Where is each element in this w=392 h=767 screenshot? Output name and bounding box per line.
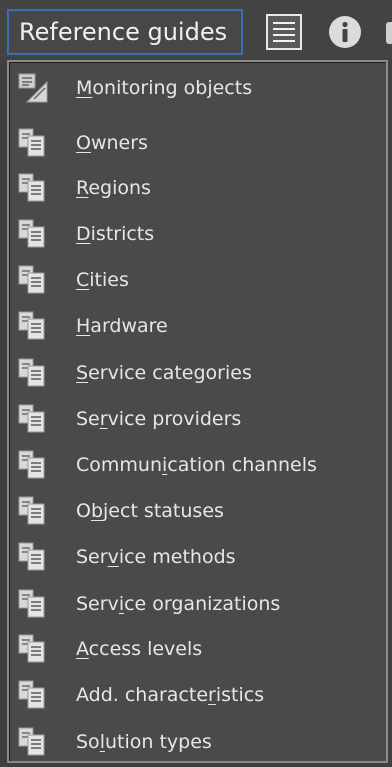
documents-icon (18, 173, 45, 202)
dropdown-item-label: Service providers (76, 408, 242, 430)
documents-icon (18, 265, 45, 294)
documents-icon (18, 542, 45, 571)
documents-icon (18, 128, 45, 157)
dropdown-item-cities[interactable]: Cities (9, 258, 386, 302)
dropdown-item-add-characteristics[interactable]: Add. characteristics (9, 673, 386, 717)
documents-icon (18, 680, 45, 709)
documents-icon (18, 727, 45, 756)
reference-guides-menu-label: Reference guides (19, 18, 228, 46)
top-toolbar: Reference guides (0, 0, 392, 62)
documents-icon (18, 496, 45, 525)
dropdown-item-label: Add. characteristics (76, 684, 265, 706)
dropdown-item-label: Communication channels (76, 454, 317, 476)
dropdown-item-regions[interactable]: Regions (9, 166, 386, 210)
dropdown-item-label: Access levels (76, 638, 203, 660)
documents-icon (18, 404, 45, 433)
dropdown-item-monitoring-objects[interactable]: Monitoring objects (9, 66, 386, 110)
dropdown-item-service-providers[interactable]: Service providers (9, 397, 386, 441)
dropdown-item-service-organizations[interactable]: Service organizations (9, 582, 386, 626)
info-icon[interactable] (327, 14, 363, 50)
dropdown-item-label: Service categories (76, 362, 252, 384)
dropdown-item-label: Solution types (76, 731, 212, 753)
dropdown-item-communication-channels[interactable]: Communication channels (9, 443, 386, 487)
dropdown-item-districts[interactable]: Districts (9, 212, 386, 256)
reference-guides-menu-button[interactable]: Reference guides (7, 9, 243, 55)
documents-icon (18, 219, 45, 248)
reference-guides-dropdown: Monitoring objects Owners Regions Districts… (7, 60, 388, 763)
list-icon[interactable] (266, 14, 302, 50)
dropdown-item-label: Monitoring objects (76, 77, 253, 99)
documents-icon (18, 450, 45, 479)
dropdown-item-hardware[interactable]: Hardware (9, 304, 386, 348)
documents-icon (18, 358, 45, 387)
dropdown-item-label: Districts (76, 223, 155, 245)
dropdown-item-label: Cities (76, 269, 129, 291)
dropdown-item-label: Hardware (76, 315, 168, 337)
dropdown-item-object-statuses[interactable]: Object statuses (9, 489, 386, 533)
dropdown-item-label: Service methods (76, 546, 236, 568)
dropdown-item-service-methods[interactable]: Service methods (9, 535, 386, 579)
dropdown-item-access-levels[interactable]: Access levels (9, 627, 386, 671)
dropdown-item-label: Owners (76, 132, 148, 154)
dropdown-item-owners[interactable]: Owners (9, 121, 386, 165)
monitoring-objects-icon (18, 73, 48, 103)
documents-icon (18, 589, 45, 618)
documents-icon (18, 311, 45, 340)
dropdown-item-label: Object statuses (76, 500, 224, 522)
dropdown-item-label: Regions (76, 177, 151, 199)
toolbar-edge-icon (386, 22, 392, 44)
dropdown-item-solution-types[interactable]: Solution types (9, 720, 386, 764)
documents-icon (18, 634, 45, 663)
dropdown-item-label: Service organizations (76, 593, 281, 615)
dropdown-item-service-categories[interactable]: Service categories (9, 351, 386, 395)
